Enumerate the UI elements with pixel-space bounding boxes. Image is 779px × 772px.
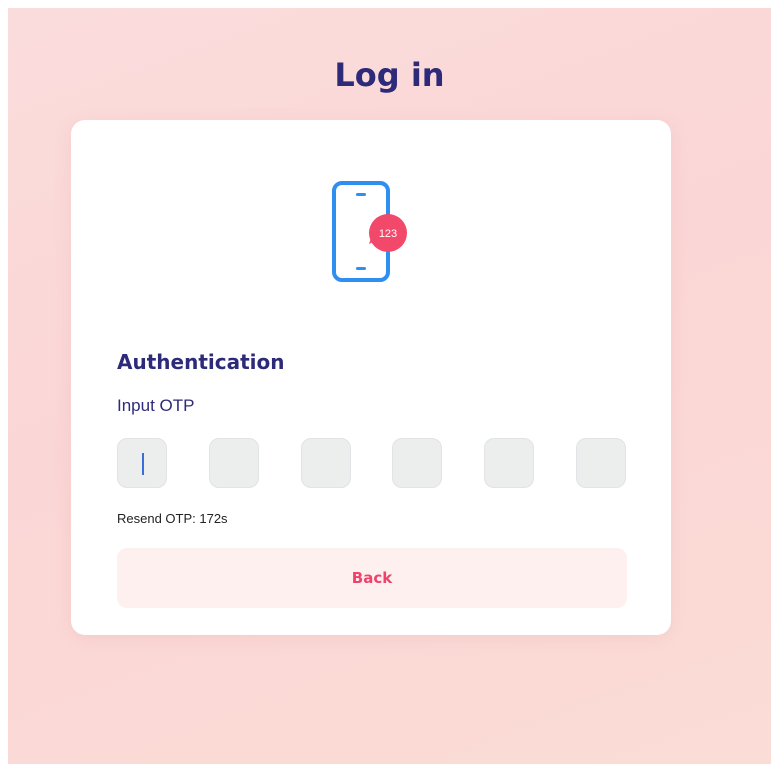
authentication-heading: Authentication — [117, 350, 285, 374]
otp-digit-1[interactable] — [117, 438, 167, 488]
otp-label: Input OTP — [117, 396, 195, 415]
otp-digit-2[interactable] — [209, 438, 259, 488]
otp-input-group — [117, 438, 627, 490]
otp-digit-5[interactable] — [484, 438, 534, 488]
page-title: Log in — [334, 56, 445, 94]
authentication-card: 123 Authentication Input OTP Resend OTP:… — [71, 120, 671, 635]
otp-digit-6[interactable] — [576, 438, 626, 488]
login-screen: Log in 123 Authentication Input OTP Rese… — [8, 8, 771, 764]
otp-badge-text: 123 — [379, 228, 397, 240]
back-button[interactable]: Back — [117, 548, 627, 608]
otp-digit-3[interactable] — [301, 438, 351, 488]
resend-otp-countdown: Resend OTP: 172s — [117, 511, 228, 526]
text-cursor — [142, 453, 144, 475]
smartphone-otp-icon: 123 — [332, 181, 407, 282]
otp-digit-4[interactable] — [392, 438, 442, 488]
